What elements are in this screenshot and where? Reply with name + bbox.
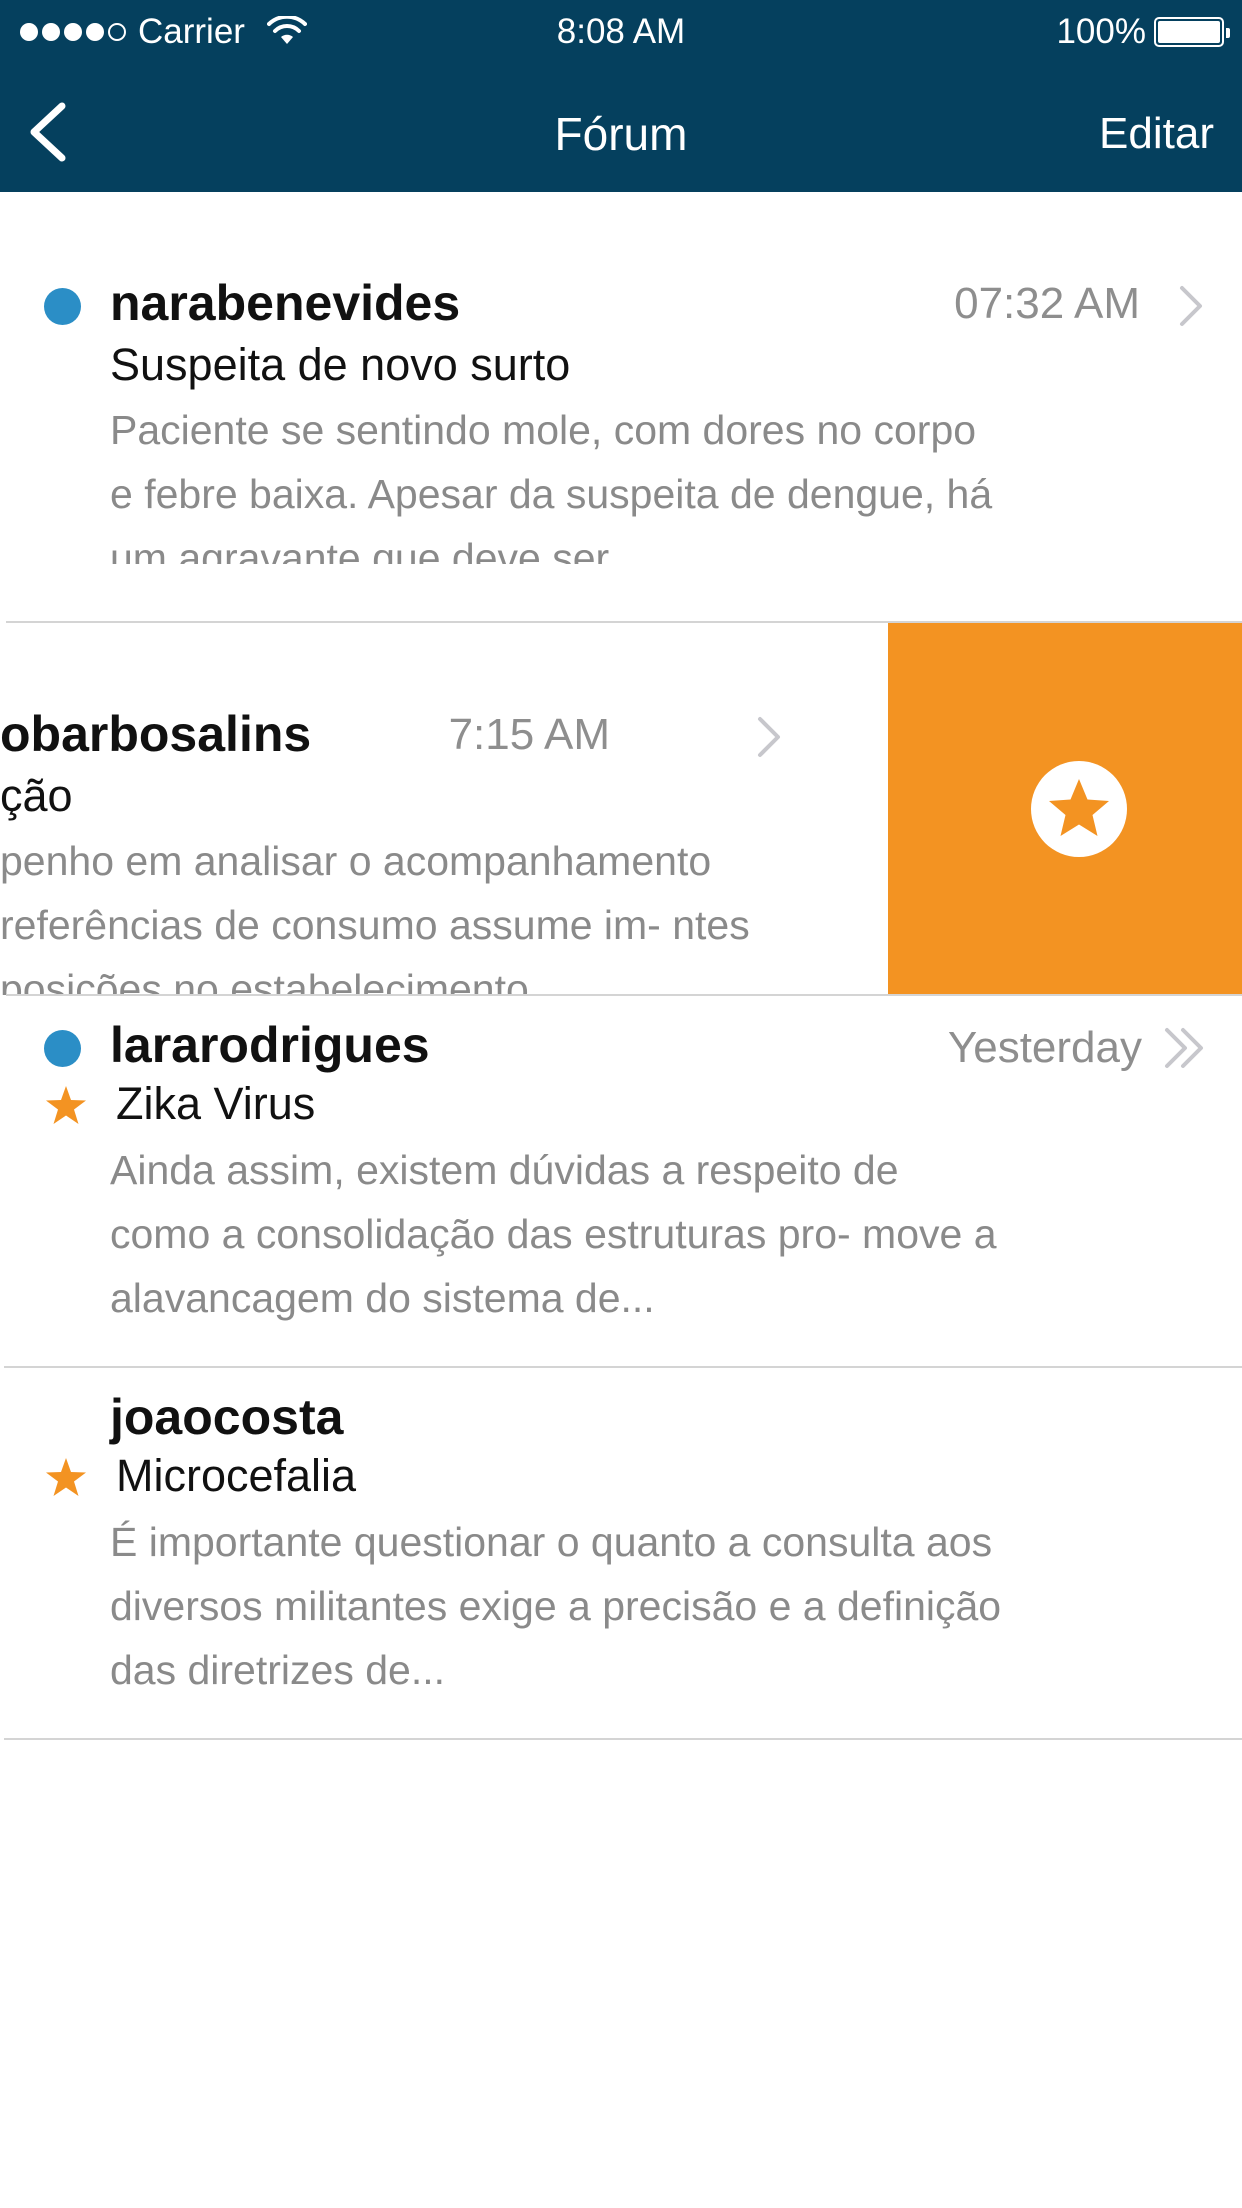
battery-icon <box>1154 17 1230 47</box>
thread-row[interactable]: narabenevides 07:32 AM Suspeita de novo … <box>0 192 1242 564</box>
double-chevron-right-icon <box>1165 1028 1203 1068</box>
status-bar: Carrier 8:08 AM 100% <box>0 0 1242 64</box>
thread-row[interactable]: joaocosta Microcefalia É importante ques… <box>0 1368 1242 1740</box>
star-action-circle <box>1031 761 1127 857</box>
thread-row-content[interactable]: lararodrigues Yesterday Zika Virus Ainda… <box>0 996 1242 1368</box>
thread-row-content[interactable]: narabenevides 07:32 AM Suspeita de novo … <box>0 192 1242 564</box>
thread-username: narabenevides <box>110 275 461 331</box>
star-icon <box>1049 779 1109 836</box>
star-action-button[interactable] <box>888 623 1242 995</box>
thread-preview: Ainda assim, existem dúvidas a respeito … <box>110 1147 997 1321</box>
thread-username: lararodrigues <box>110 1017 430 1073</box>
thread-row[interactable]: lararodrigues Yesterday Zika Virus Ainda… <box>0 996 1242 1368</box>
thread-row-content[interactable]: joaocosta Microcefalia É importante ques… <box>0 1368 1242 1740</box>
chevron-right-icon <box>758 717 780 757</box>
thread-username: obarbosalins <box>0 706 312 762</box>
thread-time: Yesterday <box>947 1023 1142 1072</box>
chevron-right-icon <box>1180 286 1202 326</box>
unread-indicator <box>44 288 81 325</box>
thread-subject: Microcefalia <box>116 1450 357 1501</box>
status-right: 100% <box>1056 12 1230 51</box>
navigation-bar: Fórum Editar <box>0 64 1242 192</box>
thread-preview: Paciente se sentindo mole, com dores no … <box>110 407 993 564</box>
thread-preview: É importante questionar o quanto a consu… <box>110 1519 1002 1693</box>
thread-subject: ção <box>0 770 73 821</box>
thread-username: joaocosta <box>110 1389 344 1445</box>
battery-tip <box>1226 28 1230 38</box>
battery-fill <box>1158 21 1220 43</box>
thread-time: 07:32 AM <box>954 279 1140 328</box>
star-icon <box>46 1086 86 1124</box>
battery-percent: 100% <box>1056 12 1146 51</box>
star-icon <box>46 1458 86 1496</box>
unread-indicator <box>44 1030 81 1067</box>
thread-subject: Suspeita de novo surto <box>110 339 571 390</box>
page-title: Fórum <box>554 108 688 160</box>
row-divider <box>4 1738 1242 1740</box>
thread-time: 7:15 AM <box>448 710 610 759</box>
thread-subject: Zika Virus <box>116 1078 316 1129</box>
edit-button[interactable]: Editar <box>1099 108 1214 160</box>
thread-preview: penho em analisar o acompanhamento refer… <box>0 838 750 995</box>
thread-row-swiped[interactable]: obarbosalins 7:15 AM ção penho em analis… <box>0 623 1242 995</box>
